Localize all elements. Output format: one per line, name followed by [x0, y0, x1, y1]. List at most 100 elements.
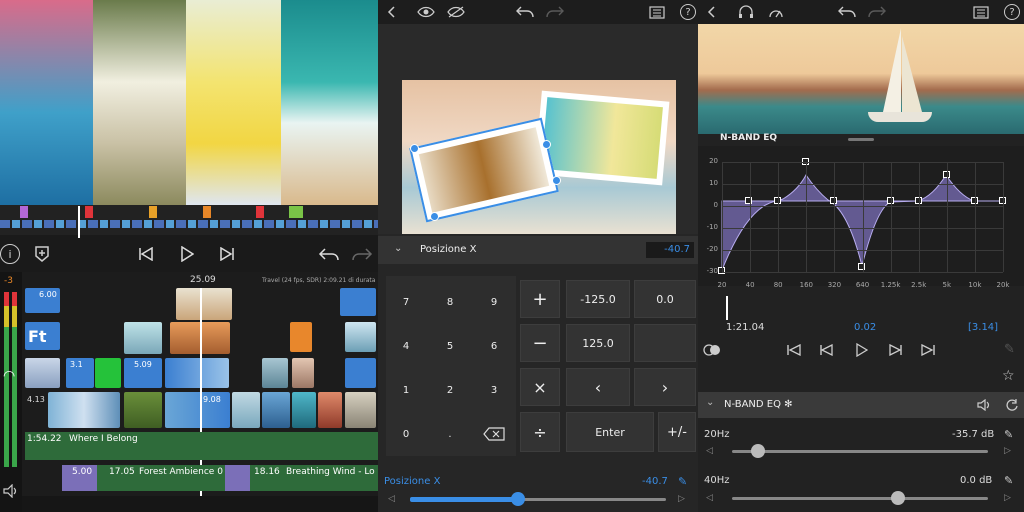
- pencil-icon[interactable]: ✎: [1004, 474, 1013, 487]
- play-icon[interactable]: [178, 244, 196, 264]
- marker-purple[interactable]: [20, 206, 28, 218]
- eq-point[interactable]: [858, 263, 865, 270]
- clip-thumb-10[interactable]: [232, 392, 260, 428]
- key-dot[interactable]: .: [428, 414, 472, 454]
- plus-button[interactable]: +: [520, 280, 560, 318]
- step-left-icon[interactable]: ◁: [388, 494, 395, 504]
- clip-blue-3[interactable]: [165, 358, 229, 388]
- param-slider-knob[interactable]: [510, 492, 525, 506]
- clip-text[interactable]: Ft: [25, 322, 60, 350]
- marker-red2[interactable]: [256, 206, 264, 218]
- clip-orange[interactable]: [290, 322, 312, 352]
- preset-button-empty[interactable]: [634, 324, 696, 362]
- arrow-right-button[interactable]: ›: [634, 368, 696, 406]
- clip-thumb-1[interactable]: [176, 288, 232, 320]
- preset-button-1[interactable]: -125.0: [566, 280, 630, 318]
- band2-slider-track[interactable]: [732, 497, 988, 500]
- clip-thumb-7[interactable]: [292, 358, 314, 388]
- key-9[interactable]: 9: [472, 282, 516, 322]
- audio-track-1[interactable]: 1:54.22 Where I Belong: [25, 432, 378, 460]
- audio-crossfade[interactable]: [225, 465, 250, 491]
- playhead[interactable]: [726, 296, 728, 320]
- key-3[interactable]: 3: [472, 370, 516, 410]
- key-6[interactable]: 6: [472, 326, 516, 366]
- step-right-icon[interactable]: ▷: [1004, 446, 1011, 456]
- key-7[interactable]: 7: [384, 282, 428, 322]
- clip-thumb-9[interactable]: [124, 392, 162, 428]
- chevron-down-icon[interactable]: ⌄: [394, 243, 402, 254]
- clip-overlay-1[interactable]: [340, 288, 376, 316]
- marker-orange[interactable]: [149, 206, 157, 218]
- audio-fade[interactable]: 5.00: [62, 465, 97, 491]
- back-icon[interactable]: [384, 4, 398, 20]
- backspace-icon[interactable]: [472, 414, 516, 454]
- clip-blue-4[interactable]: [345, 358, 376, 388]
- help-icon[interactable]: ?: [680, 4, 696, 20]
- enter-button[interactable]: Enter: [566, 412, 654, 452]
- chevron-down-icon[interactable]: ⌄: [706, 397, 714, 408]
- speaker-icon[interactable]: [2, 483, 20, 499]
- clip-green[interactable]: [95, 358, 121, 388]
- band1-slider-knob[interactable]: [750, 444, 765, 458]
- clip-thumb-4[interactable]: [345, 322, 376, 352]
- clip-blue-5[interactable]: 9.08: [165, 392, 230, 428]
- step-right-icon[interactable]: ▷: [678, 494, 685, 504]
- preset-button-3[interactable]: 125.0: [566, 324, 630, 362]
- step-left-icon[interactable]: ◁: [706, 493, 713, 503]
- handle-br[interactable]: [552, 176, 561, 185]
- brush-icon[interactable]: ✎: [1004, 342, 1015, 357]
- redo-icon[interactable]: [544, 4, 566, 20]
- band1-slider-track[interactable]: [732, 450, 988, 453]
- step-left-icon[interactable]: ◁: [706, 446, 713, 456]
- pencil-icon[interactable]: ✎: [678, 475, 687, 488]
- handle-tl[interactable]: [410, 144, 419, 153]
- photo-lime[interactable]: [534, 90, 670, 186]
- skip-forward-icon[interactable]: [218, 244, 236, 264]
- clip-blue-2[interactable]: 5.09: [124, 358, 162, 388]
- star-icon[interactable]: ☆: [1002, 368, 1015, 384]
- key-1[interactable]: 1: [384, 370, 428, 410]
- key-8[interactable]: 8: [428, 282, 472, 322]
- info-icon[interactable]: i: [0, 244, 20, 264]
- clip-thumb-14[interactable]: [345, 392, 376, 428]
- marker-red[interactable]: [85, 206, 93, 218]
- play-icon[interactable]: [854, 342, 870, 358]
- arrow-left-button[interactable]: ‹: [566, 368, 630, 406]
- eye-hidden-icon[interactable]: [446, 4, 466, 20]
- reset-icon[interactable]: [1004, 397, 1020, 413]
- mini-playhead[interactable]: [78, 206, 80, 238]
- clip-thumb-12[interactable]: [292, 392, 316, 428]
- param-value-field[interactable]: -40.7: [646, 242, 694, 258]
- key-5[interactable]: 5: [428, 326, 472, 366]
- clip-thumb-13[interactable]: [318, 392, 342, 428]
- undo-icon[interactable]: [514, 4, 536, 20]
- handle-bl[interactable]: [430, 212, 439, 221]
- minus-button[interactable]: −: [520, 324, 560, 362]
- divide-button[interactable]: ÷: [520, 412, 560, 452]
- key-4[interactable]: 4: [384, 326, 428, 366]
- speaker-icon[interactable]: [976, 397, 994, 413]
- preset-button-2[interactable]: 0.0: [634, 280, 696, 318]
- sign-button[interactable]: +/-: [658, 412, 696, 452]
- clip-thumb-5[interactable]: [25, 358, 60, 388]
- skip-back-icon[interactable]: [137, 244, 155, 264]
- clip-thumb-6[interactable]: [262, 358, 288, 388]
- loop-icon[interactable]: [702, 342, 722, 358]
- pencil-icon[interactable]: ✎: [1004, 428, 1013, 441]
- key-0[interactable]: 0: [384, 414, 428, 454]
- audio-track-2[interactable]: 17.05 Forest Ambience 0: [97, 465, 225, 491]
- undo-icon[interactable]: [317, 244, 341, 264]
- step-forward-icon[interactable]: [888, 342, 904, 358]
- skip-back-icon[interactable]: [786, 342, 802, 358]
- multiply-button[interactable]: ×: [520, 368, 560, 406]
- inspector-icon[interactable]: [648, 4, 666, 20]
- clip-thumb-2[interactable]: [124, 322, 162, 354]
- step-right-icon[interactable]: ▷: [1004, 493, 1011, 503]
- clip-thumb-8[interactable]: [48, 392, 120, 428]
- key-2[interactable]: 2: [428, 370, 472, 410]
- audio-track-3[interactable]: 18.16 Breathing Wind - Lo: [250, 465, 378, 491]
- clip-title[interactable]: 6.00: [25, 288, 60, 313]
- eye-icon[interactable]: [416, 4, 436, 20]
- skip-forward-icon[interactable]: [920, 342, 936, 358]
- handle-tr[interactable]: [542, 140, 551, 149]
